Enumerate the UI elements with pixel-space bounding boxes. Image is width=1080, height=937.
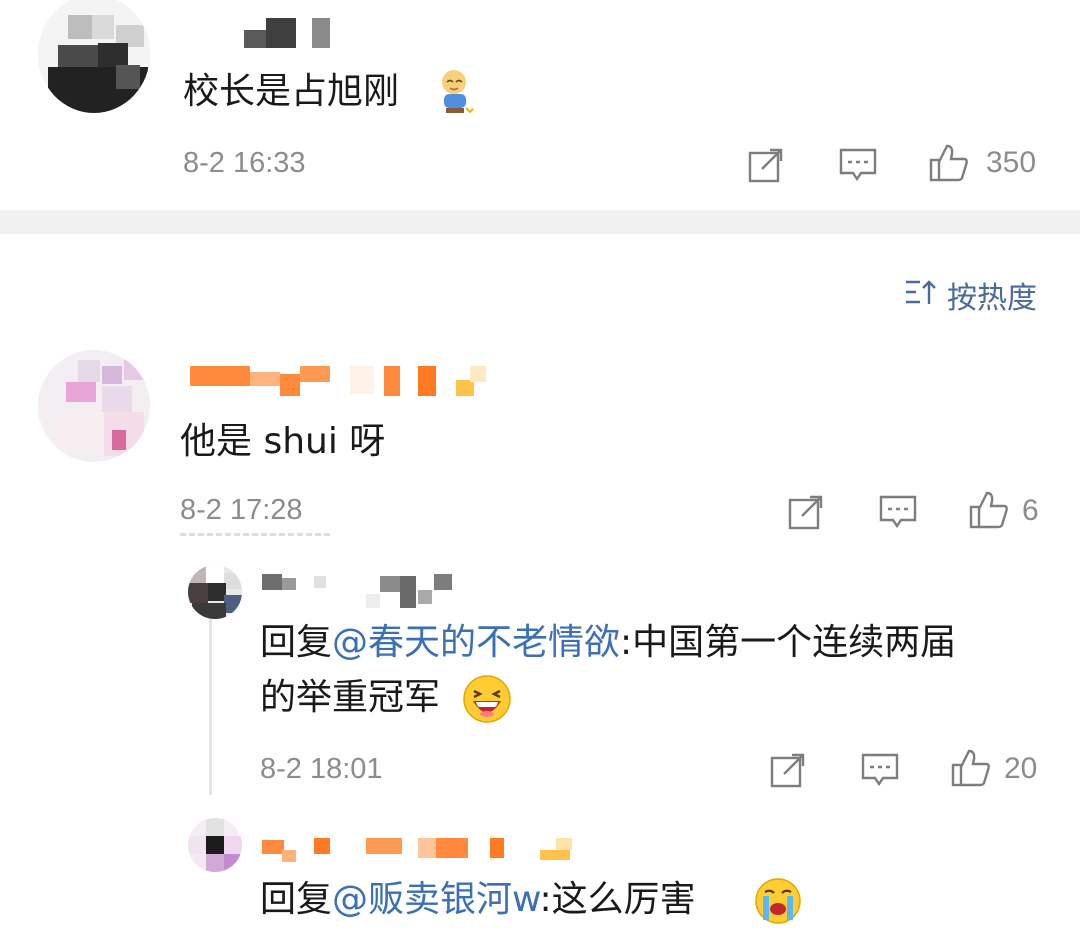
- avatar[interactable]: [38, 350, 150, 462]
- comment-time: 8-2 16:33: [183, 147, 306, 179]
- crying-emoji-icon: [755, 878, 801, 924]
- section-divider: [0, 210, 1080, 234]
- reply-text-line1: 回复@贩卖银河w:这么厉害: [260, 879, 696, 920]
- sort-icon: [906, 280, 936, 304]
- comment-text: 他是 shui 呀: [180, 421, 386, 462]
- thread-line: [209, 600, 212, 795]
- comment-text: 校长是占旭刚: [183, 71, 400, 112]
- avatar[interactable]: [188, 565, 242, 619]
- avatar[interactable]: [188, 818, 242, 872]
- comment-time: 8-2 17:28: [180, 494, 303, 526]
- reply-text-line2: 的举重冠军: [260, 677, 441, 718]
- reply-text-line1: 回复@春天的不老情欲:中国第一个连续两届: [260, 622, 957, 663]
- thumbs-up-icon[interactable]: [950, 747, 992, 789]
- share-icon[interactable]: [788, 494, 826, 530]
- time-underline: [180, 533, 330, 536]
- thumbs-up-icon[interactable]: [968, 489, 1010, 531]
- laughing-emoji-icon: [463, 675, 511, 723]
- reply-time: 8-2 18:01: [260, 753, 383, 785]
- comment-icon[interactable]: [878, 494, 918, 530]
- mention-link[interactable]: @春天的不老情欲: [332, 622, 620, 663]
- like-count: 350: [986, 146, 1037, 179]
- comment-icon[interactable]: [838, 147, 878, 183]
- share-icon[interactable]: [748, 147, 786, 183]
- mention-link[interactable]: @贩卖银河w: [332, 879, 539, 920]
- like-count: 6: [1022, 494, 1039, 527]
- share-icon[interactable]: [770, 752, 808, 788]
- comment-icon[interactable]: [860, 752, 900, 788]
- thumbs-up-icon[interactable]: [928, 142, 970, 184]
- sort-label: 按热度: [947, 281, 1037, 316]
- avatar[interactable]: [38, 0, 150, 113]
- like-count: 20: [1004, 752, 1038, 785]
- pray-emoji-icon: [442, 70, 474, 114]
